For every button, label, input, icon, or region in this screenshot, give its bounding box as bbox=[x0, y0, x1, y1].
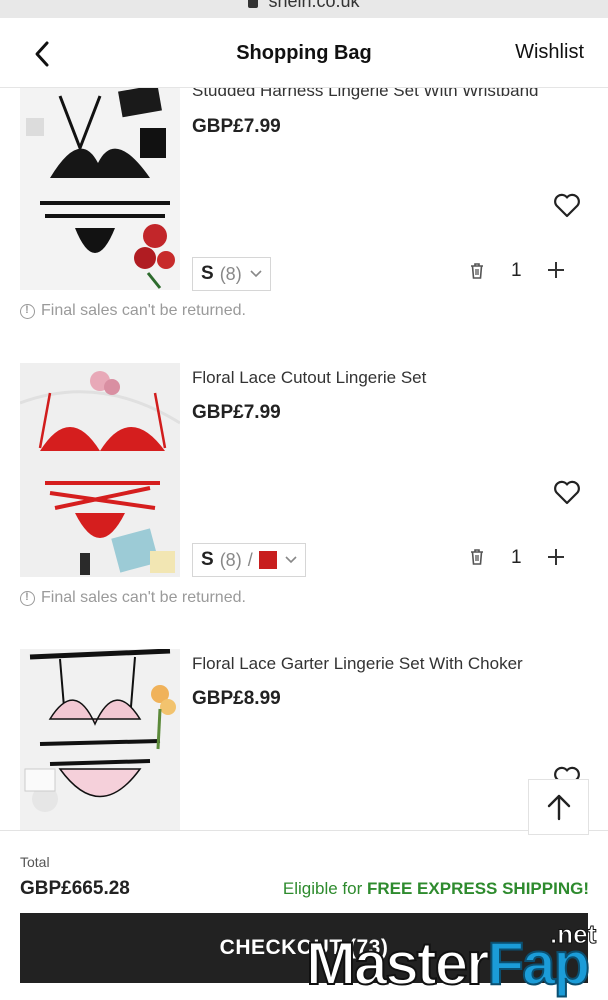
lock-icon bbox=[248, 0, 259, 8]
wishlist-link[interactable]: Wishlist bbox=[515, 41, 584, 64]
final-sale-notice: Final sales can't be returned. bbox=[20, 302, 246, 320]
product-price: GBP£7.99 bbox=[192, 116, 281, 137]
product-name[interactable]: Studded Harness Lingerie Set With Wristb… bbox=[192, 88, 538, 101]
chevron-down-icon bbox=[285, 556, 297, 564]
size-color-selector[interactable]: S (8) / bbox=[192, 543, 306, 577]
final-sale-notice: Final sales can't be returned. bbox=[20, 589, 246, 607]
size-value: S bbox=[201, 549, 214, 570]
free-shipping-notice: Eligible for FREE EXPRESS SHIPPING! bbox=[283, 879, 589, 899]
checkout-footer: Total GBP£665.28 Eligible for FREE EXPRE… bbox=[0, 830, 608, 1000]
product-image-garter-set[interactable] bbox=[20, 649, 180, 830]
size-selector[interactable]: S (8) bbox=[192, 257, 271, 291]
product-photo bbox=[20, 88, 180, 290]
plus-icon[interactable] bbox=[546, 547, 566, 567]
product-name[interactable]: Floral Lace Cutout Lingerie Set bbox=[192, 368, 426, 388]
app-header: Shopping Bag Wishlist bbox=[0, 18, 608, 88]
product-image-harness-set[interactable] bbox=[20, 88, 180, 290]
product-image-floral-lace-set[interactable] bbox=[20, 363, 180, 577]
cart-item: Floral Lace Garter Lingerie Set With Cho… bbox=[0, 649, 608, 830]
scroll-to-top-button[interactable] bbox=[528, 779, 589, 835]
heart-icon[interactable] bbox=[553, 192, 581, 218]
heart-icon[interactable] bbox=[553, 479, 581, 505]
browser-url-bar[interactable]: shein.co.uk bbox=[0, 0, 608, 18]
quantity-value: 1 bbox=[511, 547, 522, 568]
cart-item: Studded Harness Lingerie Set With Wristb… bbox=[0, 88, 608, 348]
shipping-highlight: FREE EXPRESS SHIPPING! bbox=[367, 879, 589, 898]
checkout-button[interactable]: CHECKOUT (73) bbox=[20, 913, 588, 983]
product-name[interactable]: Floral Lace Garter Lingerie Set With Cho… bbox=[192, 654, 523, 674]
final-sale-text: Final sales can't be returned. bbox=[41, 302, 246, 319]
final-sale-text: Final sales can't be returned. bbox=[41, 589, 246, 606]
total-label: Total bbox=[20, 854, 50, 870]
arrow-up-icon bbox=[547, 794, 570, 821]
product-price: GBP£7.99 bbox=[192, 402, 281, 423]
product-photo bbox=[20, 363, 180, 577]
info-icon bbox=[20, 303, 35, 319]
size-color-separator: / bbox=[247, 549, 253, 570]
shipping-prefix: Eligible for bbox=[282, 879, 367, 898]
quantity-value: 1 bbox=[511, 260, 522, 281]
size-stock-count: (8) bbox=[219, 263, 242, 284]
trash-icon[interactable] bbox=[469, 548, 485, 566]
cart-item: Floral Lace Cutout Lingerie Set GBP£7.99… bbox=[0, 363, 608, 623]
cart-item-list[interactable]: Studded Harness Lingerie Set With Wristb… bbox=[0, 88, 608, 830]
trash-icon[interactable] bbox=[469, 262, 485, 280]
product-photo bbox=[20, 649, 180, 830]
size-stock-count: (8) bbox=[219, 549, 242, 570]
info-icon bbox=[20, 590, 35, 606]
color-swatch bbox=[258, 551, 277, 569]
url-text: shein.co.uk bbox=[268, 0, 360, 11]
size-value: S bbox=[201, 263, 214, 284]
plus-icon[interactable] bbox=[546, 260, 566, 280]
product-price: GBP£8.99 bbox=[192, 688, 281, 709]
url-display: shein.co.uk bbox=[0, 0, 608, 12]
chevron-down-icon bbox=[250, 270, 262, 278]
total-amount: GBP£665.28 bbox=[20, 878, 130, 899]
